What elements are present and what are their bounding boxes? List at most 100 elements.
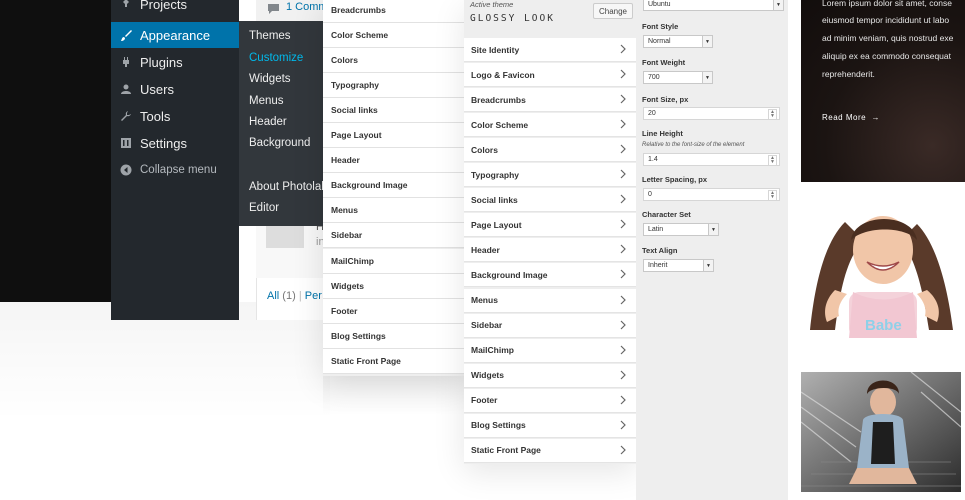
chevron-right-icon (618, 445, 628, 455)
submenu-customize[interactable]: Customize (249, 52, 303, 64)
customizer-main-section-color-scheme[interactable]: Color Scheme (464, 113, 636, 138)
customizer-main-section-typography[interactable]: Typography (464, 163, 636, 188)
customizer-section-menus[interactable]: Menus (323, 198, 464, 224)
menu-item-tools[interactable]: Tools (111, 103, 239, 129)
menu-item-settings[interactable]: Settings (111, 130, 239, 156)
spinner-icon[interactable]: ▲ ▼ (768, 190, 777, 201)
chevron-down-icon: ▼ (773, 0, 783, 10)
line-height-description: Relative to the font-size of the element (642, 142, 745, 148)
customizer-main-section-footer[interactable]: Footer (464, 388, 636, 413)
customizer-section-header[interactable]: Header (323, 148, 464, 174)
customizer-section-sidebar[interactable]: Sidebar (323, 223, 464, 249)
font-style-select[interactable]: Normal ▼ (643, 35, 713, 48)
filter-all-link[interactable]: All (267, 290, 279, 302)
collapse-menu-button[interactable]: Collapse menu (111, 157, 239, 183)
font-size-input[interactable]: 20 ▲ ▼ (643, 107, 780, 120)
customizer-main-section-breadcrumbs[interactable]: Breadcrumbs (464, 88, 636, 113)
user-icon (119, 82, 133, 96)
section-label: Widgets (471, 370, 504, 381)
customizer-main-section-mailchimp[interactable]: MailChimp (464, 338, 636, 363)
customizer-main-section-static-front-page[interactable]: Static Front Page (464, 438, 636, 463)
menu-item-appearance[interactable]: Appearance (111, 22, 239, 48)
customizer-main-section-sidebar[interactable]: Sidebar (464, 313, 636, 338)
menu-item-users[interactable]: Users (111, 76, 239, 102)
select-value: Normal (648, 38, 671, 45)
submenu-header[interactable]: Header (249, 116, 287, 128)
submenu-menus[interactable]: Menus (249, 95, 284, 107)
font-weight-select[interactable]: 700 ▼ (643, 71, 713, 84)
customizer-section-color-scheme[interactable]: Color Scheme (323, 23, 464, 49)
letter-spacing-input[interactable]: 0 ▲ ▼ (643, 188, 780, 201)
letter-spacing-label: Letter Spacing, px (642, 175, 708, 184)
customizer-section-widgets[interactable]: Widgets (323, 273, 464, 299)
chevron-right-icon (618, 320, 628, 330)
menu-item-label: Settings (140, 135, 187, 151)
filter-count: (1) (282, 290, 296, 302)
change-theme-button[interactable]: Change (593, 3, 633, 19)
customizer-main-section-header[interactable]: Header (464, 238, 636, 263)
customizer-section-breadcrumbs[interactable]: Breadcrumbs (323, 0, 464, 23)
text-align-select[interactable]: Inherit ▼ (643, 259, 714, 272)
filter-link[interactable]: Per (305, 290, 322, 302)
submenu-about[interactable]: About Photolab (249, 181, 328, 193)
select-value: 700 (648, 74, 660, 81)
comments-count-link[interactable]: 1 Comm (286, 1, 328, 13)
menu-item-label: Tools (140, 108, 171, 124)
font-style-label: Font Style (642, 22, 679, 31)
customizer-section-mailchimp[interactable]: MailChimp (323, 248, 464, 274)
section-label: Social links (471, 194, 518, 205)
customizer-main-section-site-identity[interactable]: Site Identity (464, 38, 636, 62)
read-more-link[interactable]: Read More → (822, 113, 880, 122)
avatar (266, 226, 304, 248)
post-excerpt-line: eiusmod tempor incididunt ut labo (822, 15, 950, 25)
customizer-main-section-social-links[interactable]: Social links (464, 188, 636, 213)
section-label: Breadcrumbs (331, 5, 386, 15)
read-more-label: Read More (822, 113, 867, 122)
font-weight-label: Font Weight (642, 58, 686, 67)
plug-icon (119, 55, 133, 69)
chevron-right-icon (618, 94, 628, 104)
section-label: Menus (471, 295, 498, 305)
submenu-editor[interactable]: Editor (249, 202, 279, 214)
customizer-section-typography[interactable]: Typography (323, 73, 464, 99)
section-label: Static Front Page (331, 355, 401, 366)
customizer-main-section-background-image[interactable]: Background Image (464, 263, 636, 288)
submenu-widgets[interactable]: Widgets (249, 73, 291, 85)
chevron-right-icon (618, 44, 628, 54)
wrench-icon (119, 109, 133, 123)
customizer-main-section-colors[interactable]: Colors (464, 138, 636, 163)
character-set-select[interactable]: Latin ▼ (643, 223, 719, 236)
customizer-main-section-widgets[interactable]: Widgets (464, 363, 636, 388)
customizer-section-footer[interactable]: Footer (323, 298, 464, 324)
customizer-section-page-layout[interactable]: Page Layout (323, 123, 464, 149)
font-size-label: Font Size, px (642, 95, 689, 104)
menu-item-plugins[interactable]: Plugins (111, 49, 239, 75)
menu-item-projects[interactable]: Projects (111, 0, 239, 17)
customizer-section-colors[interactable]: Colors (323, 48, 464, 74)
submenu-themes[interactable]: Themes (249, 30, 291, 42)
girl-photo: Babe (805, 212, 957, 338)
collapse-icon (119, 163, 133, 177)
section-label: Typography (331, 80, 380, 91)
line-height-input[interactable]: 1.4 ▲ ▼ (643, 153, 780, 166)
spinner-icon[interactable]: ▲ ▼ (768, 109, 777, 120)
customizer-section-social-links[interactable]: Social links (323, 98, 464, 124)
customizer-main-section-logo-favicon[interactable]: Logo & Favicon (464, 63, 636, 88)
customizer-section-blog-settings[interactable]: Blog Settings (323, 323, 464, 349)
chevron-right-icon (618, 345, 628, 355)
select-value: Ubuntu (648, 1, 671, 8)
chevron-right-icon (618, 295, 628, 305)
customizer-section-static-front-page[interactable]: Static Front Page (323, 348, 464, 374)
font-family-select[interactable]: Ubuntu ▼ (643, 0, 784, 11)
spinner-icon[interactable]: ▲ ▼ (768, 155, 777, 166)
shadow (323, 376, 464, 416)
menu-item-label: Users (140, 81, 174, 97)
submenu-background[interactable]: Background (249, 137, 310, 149)
active-theme-name: GLOSSY LOOK (470, 13, 555, 24)
customizer-section-background-image[interactable]: Background Image (323, 173, 464, 199)
section-label: Menus (331, 205, 358, 216)
collapse-menu-label: Collapse menu (140, 164, 217, 176)
customizer-main-section-menus[interactable]: Menus (464, 288, 636, 313)
customizer-main-section-blog-settings[interactable]: Blog Settings (464, 413, 636, 438)
customizer-main-section-page-layout[interactable]: Page Layout (464, 213, 636, 238)
